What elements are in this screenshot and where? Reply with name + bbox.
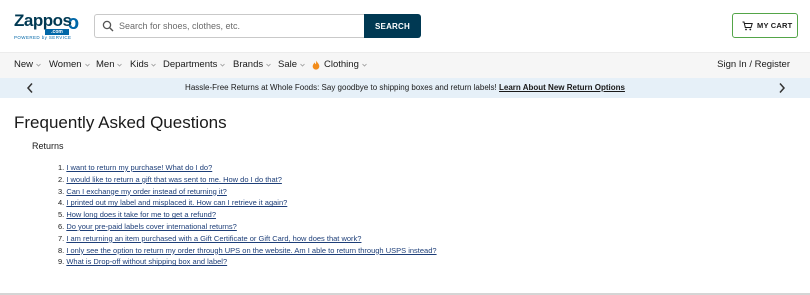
nav-item-label: Women (49, 59, 82, 70)
flame-icon (312, 60, 320, 70)
nav-item-brands[interactable]: Brands (233, 59, 271, 70)
banner-link[interactable]: Learn About New Return Options (499, 83, 625, 92)
search-button[interactable]: SEARCH (364, 14, 421, 38)
nav-item-label: Brands (233, 59, 264, 70)
chevron-down-icon (151, 63, 157, 67)
chevron-down-icon (266, 63, 271, 67)
nav-item-label: Kids (130, 59, 149, 70)
logo-wordmark: Zappos (14, 11, 72, 30)
logo-heart-mark: ↄ (68, 12, 80, 34)
list-item: 8. I only see the option to return my or… (58, 245, 437, 257)
faq-link[interactable]: How long does it take for me to get a re… (66, 210, 216, 219)
banner-message: Hassle-Free Returns at Whole Foods: Say … (0, 83, 810, 92)
faq-link[interactable]: I printed out my label and misplaced it.… (66, 198, 287, 207)
list-item: 2. I would like to return a gift that wa… (58, 174, 437, 186)
chevron-down-icon (36, 63, 41, 67)
zappos-logo[interactable]: Zappos ↄ .com POWERED by SERVICE (14, 11, 80, 41)
nav-item-label: Departments (163, 59, 218, 70)
list-item: 1. I want to return my purchase! What do… (58, 162, 437, 174)
promo-banner: Hassle-Free Returns at Whole Foods: Say … (0, 78, 810, 98)
chevron-down-icon (117, 63, 123, 67)
nav-item-men[interactable]: Men (96, 59, 123, 70)
chevron-down-icon (300, 63, 305, 67)
list-item: 9. What is Drop-off without shipping box… (58, 256, 437, 268)
nav-item-sale[interactable]: Sale (278, 59, 305, 70)
page-title: Frequently Asked Questions (14, 113, 227, 132)
section-title: Returns (32, 141, 64, 151)
nav-item-label: Clothing (324, 59, 359, 70)
chevron-down-icon (220, 63, 226, 67)
search-input[interactable] (119, 16, 359, 36)
search-box (94, 14, 364, 38)
cart-label: MY CART (757, 21, 793, 30)
banner-text: Hassle-Free Returns at Whole Foods: Say … (185, 83, 497, 92)
sign-in-register-link[interactable]: Sign In / Register (717, 59, 790, 70)
nav-item-departments[interactable]: Departments (163, 59, 226, 70)
chevron-down-icon (362, 63, 367, 67)
nav-item-women[interactable]: Women (49, 59, 90, 70)
faq-list: 1. I want to return my purchase! What do… (58, 162, 437, 268)
nav-item-kids[interactable]: Kids (130, 59, 157, 70)
chevron-right-icon[interactable] (778, 82, 786, 94)
faq-link[interactable]: Can I exchange my order instead of retur… (66, 187, 227, 196)
list-item: 6. Do your pre-paid labels cover interna… (58, 221, 437, 233)
nav-item-label: Men (96, 59, 115, 70)
nav-item-clothing[interactable]: Clothing (312, 59, 367, 70)
search-icon (102, 20, 114, 32)
cart-icon (742, 21, 753, 31)
nav-item-label: Sale (278, 59, 298, 70)
faq-link[interactable]: I would like to return a gift that was s… (66, 175, 282, 184)
list-item: 7. I am returning an item purchased with… (58, 233, 437, 245)
main-nav: New Women Men Kids Departments Brands Sa… (0, 52, 810, 78)
faq-link[interactable]: What is Drop-off without shipping box an… (66, 257, 227, 266)
list-item: 3. Can I exchange my order instead of re… (58, 186, 437, 198)
site-header: Zappos ↄ .com POWERED by SERVICE SEARCH … (0, 0, 810, 52)
faq-link[interactable]: I only see the option to return my order… (66, 246, 436, 255)
list-item: 4. I printed out my label and misplaced … (58, 197, 437, 209)
faq-link[interactable]: I want to return my purchase! What do I … (66, 163, 212, 172)
nav-item-label: New (14, 59, 34, 70)
logo-tagline: POWERED by SERVICE (14, 35, 72, 40)
nav-item-new[interactable]: New (14, 59, 41, 70)
faq-link[interactable]: Do your pre-paid labels cover internatio… (66, 222, 237, 231)
my-cart-button[interactable]: MY CART (732, 13, 798, 38)
chevron-down-icon (84, 63, 90, 67)
faq-link[interactable]: I am returning an item purchased with a … (66, 234, 361, 243)
list-item: 5. How long does it take for me to get a… (58, 209, 437, 221)
